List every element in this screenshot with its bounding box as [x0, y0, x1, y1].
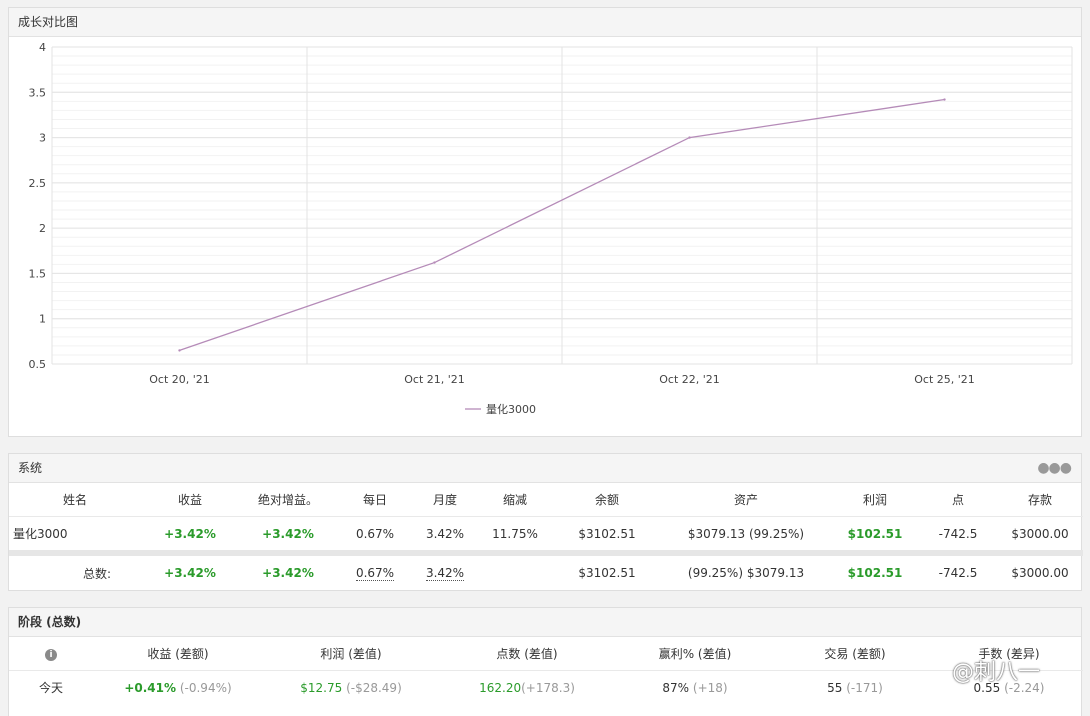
- total-gain: +3.42%: [141, 550, 239, 590]
- y-tick-label: 1: [39, 313, 46, 326]
- info-icon[interactable]: i: [45, 649, 57, 661]
- x-tick-label: Oct 21, '21: [404, 373, 465, 386]
- y-tick-label: 1.5: [29, 267, 47, 280]
- growth-chart: 0.5 1 1.5 2 2.5 3 3.5 4 Oct 20, '21 Oct 21, '21 Oc…: [29, 41, 1073, 416]
- equity-value: $3079.13 (99.25%): [661, 516, 831, 553]
- total-monthly-cell: 3.42%: [413, 550, 477, 590]
- chart-panel-title: 成长对比图: [9, 8, 1081, 37]
- daily-value: 0.67%: [337, 516, 413, 553]
- y-tick-label: 3.5: [29, 86, 47, 99]
- today-pips: 162.20: [479, 680, 522, 695]
- today-pips-cell: 162.20(+178.3): [439, 670, 615, 704]
- total-equity: (99.25%) $3079.13: [661, 550, 831, 590]
- total-monthly[interactable]: 3.42%: [425, 566, 465, 581]
- today-profit-diff: (-$28.49): [346, 680, 402, 695]
- watermark-text: @刺八一: [952, 660, 1041, 685]
- phase-panel: 阶段 (总数) i 收益 (差额) 利润 (差值) 点数 (差值) 赢利% (差…: [8, 607, 1083, 716]
- total-daily-cell: 0.67%: [337, 550, 413, 590]
- data-point: [433, 261, 436, 264]
- x-tick-label: Oct 22, '21: [659, 373, 720, 386]
- total-abs-gain: +3.42%: [239, 550, 337, 590]
- today-trades: 55: [827, 680, 843, 695]
- today-profit-cell: $12.75 (-$28.49): [263, 670, 439, 704]
- today-trades-cell: 55 (-171): [775, 670, 935, 704]
- today-gain-diff: (-0.94%): [179, 680, 232, 695]
- gain-value: +3.42%: [141, 516, 239, 553]
- today-profit: $12.75: [300, 680, 343, 695]
- data-point: [943, 98, 946, 101]
- col-header-profit[interactable]: 利润: [831, 483, 919, 517]
- legend-label: 量化3000: [486, 402, 536, 416]
- total-balance: $3102.51: [553, 550, 661, 590]
- monthly-value: 3.42%: [413, 516, 477, 553]
- col-header-trades-diff[interactable]: 交易 (差额): [775, 637, 935, 671]
- phase-panel-title: 阶段 (总数): [9, 608, 1081, 637]
- col-header-monthly[interactable]: 月度: [413, 483, 477, 517]
- today-won-diff: (+18): [692, 680, 728, 695]
- growth-chart-panel: 成长对比图 0.5 1 1.5 2 2.5 3 3.5 4 Oct 20, '21 Oct 21,…: [8, 7, 1082, 437]
- more-horizontal-icon[interactable]: ●●●: [1037, 454, 1072, 482]
- today-won-cell: 87% (+18): [615, 670, 775, 704]
- profit-value: $102.51: [831, 516, 919, 553]
- system-panel-header: 系统 ●●●: [9, 454, 1081, 483]
- total-row: 总数: +3.42% +3.42% 0.67% 3.42% $3102.51 (…: [9, 550, 1083, 590]
- today-pips-diff: (+178.3): [521, 680, 575, 695]
- today-won: 87%: [662, 680, 690, 695]
- today-gain-cell: +0.41% (-0.94%): [93, 670, 263, 704]
- y-tick-label: 0.5: [29, 358, 47, 371]
- system-panel: 系统 ●●● 姓名 收益 绝对增益。 每日 月度 缩减 余额 资产 利润 点 存…: [8, 453, 1083, 591]
- system-header-row: 姓名 收益 绝对增益。 每日 月度 缩减 余额 资产 利润 点 存款: [9, 483, 1083, 517]
- drawdown-value: 11.75%: [477, 516, 553, 553]
- data-point: [688, 136, 691, 139]
- y-tick-label: 2: [39, 222, 46, 235]
- col-header-gain[interactable]: 收益: [141, 483, 239, 517]
- today-trades-diff: (-171): [846, 680, 883, 695]
- pips-value: -742.5: [919, 516, 997, 553]
- table-row: 今天 +0.41% (-0.94%) $12.75 (-$28.49) 162.…: [9, 670, 1083, 704]
- period-today-label: 今天: [9, 670, 93, 704]
- y-tick-label: 4: [39, 41, 46, 54]
- y-tick-label: 3: [39, 132, 46, 145]
- col-header-gain-diff[interactable]: 收益 (差额): [93, 637, 263, 671]
- col-header-deposits[interactable]: 存款: [997, 483, 1083, 517]
- total-pips: -742.5: [919, 550, 997, 590]
- phase-header-row: i 收益 (差额) 利润 (差值) 点数 (差值) 赢利% (差值) 交易 (差…: [9, 637, 1083, 671]
- x-tick-label: Oct 20, '21: [149, 373, 210, 386]
- data-point: [178, 349, 181, 352]
- col-header-pips-diff[interactable]: 点数 (差值): [439, 637, 615, 671]
- col-header-profit-diff[interactable]: 利润 (差值): [263, 637, 439, 671]
- col-header-name[interactable]: 姓名: [9, 483, 141, 517]
- col-header-equity[interactable]: 资产: [661, 483, 831, 517]
- col-header-won-diff[interactable]: 赢利% (差值): [615, 637, 775, 671]
- total-profit: $102.51: [831, 550, 919, 590]
- info-cell: i: [9, 637, 93, 671]
- col-header-abs-gain[interactable]: 绝对增益。: [239, 483, 337, 517]
- col-header-balance[interactable]: 余额: [553, 483, 661, 517]
- system-panel-title: 系统: [18, 461, 43, 475]
- col-header-pips[interactable]: 点: [919, 483, 997, 517]
- total-deposits: $3000.00: [997, 550, 1083, 590]
- x-tick-label: Oct 25, '21: [914, 373, 975, 386]
- col-header-drawdown[interactable]: 缩减: [477, 483, 553, 517]
- abs-gain-value: +3.42%: [239, 516, 337, 553]
- table-row: 量化3000 +3.42% +3.42% 0.67% 3.42% 11.75% …: [9, 516, 1083, 553]
- system-table: 姓名 收益 绝对增益。 每日 月度 缩减 余额 资产 利润 点 存款 量化300…: [9, 483, 1083, 590]
- balance-value: $3102.51: [553, 516, 661, 553]
- col-header-daily[interactable]: 每日: [337, 483, 413, 517]
- deposits-value: $3000.00: [997, 516, 1083, 553]
- total-daily[interactable]: 0.67%: [355, 566, 395, 581]
- total-drawdown: [477, 550, 553, 590]
- today-gain: +0.41%: [124, 680, 177, 695]
- phase-table: i 收益 (差额) 利润 (差值) 点数 (差值) 赢利% (差值) 交易 (差…: [9, 637, 1083, 704]
- y-tick-label: 2.5: [29, 177, 47, 190]
- system-name-link[interactable]: 量化3000: [9, 516, 141, 553]
- total-label: 总数:: [9, 550, 141, 590]
